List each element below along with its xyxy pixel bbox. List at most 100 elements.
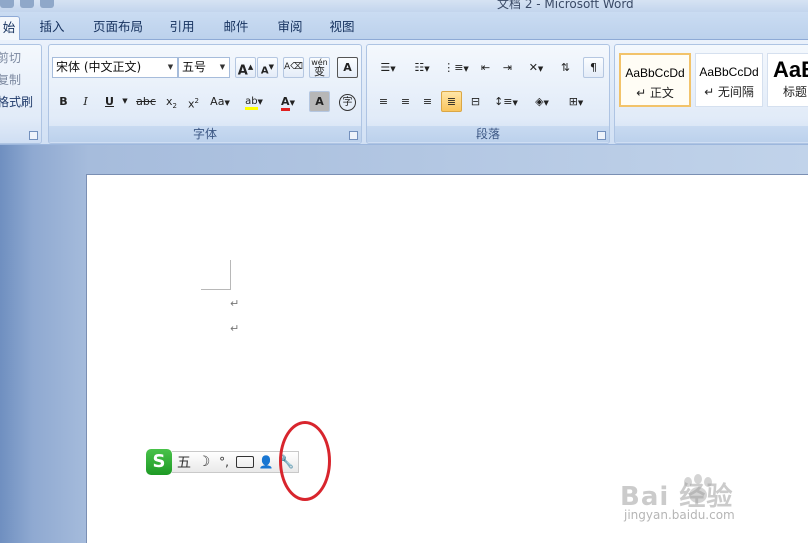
font-name-value: 宋体 (中文正文) — [56, 60, 142, 74]
show-marks-button[interactable]: ¶ — [583, 57, 604, 78]
clipboard-group: 剪切 复制 格式刷 — [0, 44, 42, 144]
align-right-icon: ≡ — [422, 95, 433, 108]
multilevel-list-icon: ⋮≡ — [443, 61, 464, 74]
chinese-layout-icon: ✕ — [528, 61, 538, 74]
redo-icon[interactable] — [20, 0, 34, 8]
paragraph-group: ☰▼ ☷▼ ⋮≡▼ ⇤ ⇥ ✕▼ ⇅ ¶ ≡ ≡ ≡ ≣ ⊟ ↕≡▼ ◈▼ ⊞▼… — [366, 44, 610, 144]
font-color-button[interactable]: A▼ — [273, 91, 303, 112]
grow-font-button[interactable]: A▲ — [235, 57, 256, 78]
chevron-down-icon: ▼ — [167, 63, 174, 71]
format-painter-button[interactable]: 格式刷 — [0, 93, 33, 110]
align-left-icon: ≡ — [378, 95, 389, 108]
ribbon-tab-row: 始 插入 页面布局 引用 邮件 审阅 视图 — [0, 12, 808, 40]
subscript-button[interactable]: x2 — [161, 91, 182, 112]
tab-view[interactable]: 视图 — [320, 16, 364, 40]
undo-icon[interactable] — [0, 0, 14, 8]
cut-button[interactable]: 剪切 — [0, 49, 21, 66]
change-case-icon: Aa — [210, 95, 225, 108]
font-color-icon: A — [281, 95, 290, 111]
paragraph-dialog-launcher-icon[interactable] — [597, 131, 606, 140]
phonetic-guide-button[interactable]: wén 变 — [309, 57, 330, 78]
margin-corner-mark — [230, 260, 231, 289]
eraser-icon: A⌫ — [284, 62, 303, 72]
style-name: ↵ 无间隔 — [704, 85, 754, 99]
new-document-icon[interactable] — [40, 0, 54, 8]
bullets-button[interactable]: ☰▼ — [373, 57, 403, 78]
halfwidth-moon-icon[interactable]: ☽ — [196, 454, 212, 470]
strikethrough-button[interactable]: abc — [133, 91, 159, 112]
justify-button[interactable]: ≣ — [441, 91, 462, 112]
clear-formatting-button[interactable]: A⌫ — [283, 57, 304, 78]
style-sample: AaBbCcDd — [699, 65, 759, 79]
enclose-char-icon: 字 — [339, 94, 356, 111]
bold-button[interactable]: B — [53, 91, 74, 112]
underline-button[interactable]: U — [99, 91, 120, 112]
change-case-button[interactable]: Aa▼ — [205, 91, 235, 112]
tab-home[interactable]: 始 — [0, 16, 20, 40]
sort-button[interactable]: ⇅ — [555, 57, 576, 78]
chinese-layout-button[interactable]: ✕▼ — [521, 57, 551, 78]
tab-references[interactable]: 引用 — [160, 16, 204, 40]
outdent-icon: ⇤ — [480, 61, 491, 74]
numbering-button[interactable]: ☷▼ — [407, 57, 437, 78]
font-size-value: 五号 — [182, 60, 207, 74]
annotation-circle — [279, 421, 331, 501]
font-dialog-launcher-icon[interactable] — [349, 131, 358, 140]
sogou-logo-icon[interactable]: S — [146, 449, 172, 475]
shrink-font-button[interactable]: A▼ — [257, 57, 278, 78]
decrease-indent-button[interactable]: ⇤ — [475, 57, 496, 78]
text-highlight-button[interactable]: ab▼ — [239, 91, 269, 112]
indent-icon: ⇥ — [502, 61, 513, 74]
increase-indent-button[interactable]: ⇥ — [497, 57, 518, 78]
tab-insert[interactable]: 插入 — [30, 16, 74, 40]
style-heading[interactable]: AaB 标题 — [767, 53, 808, 107]
underline-dropdown-icon[interactable]: ▼ — [119, 91, 131, 112]
paragraph-group-label: 段落 — [367, 126, 609, 142]
line-spacing-button[interactable]: ↕≡▼ — [491, 91, 521, 112]
clipboard-launcher-icon[interactable] — [29, 131, 38, 140]
tab-review[interactable]: 审阅 — [268, 16, 312, 40]
ime-mode-button[interactable]: 五 — [176, 452, 192, 472]
superscript-button[interactable]: x2 — [183, 91, 204, 112]
pilcrow-icon: ¶ — [590, 61, 597, 74]
sort-icon: ⇅ — [560, 61, 571, 74]
ime-toolbar[interactable]: S 五 ☽ °, 👤 🔧 — [146, 449, 300, 475]
phonetic-char: 变 — [314, 65, 325, 78]
style-normal[interactable]: AaBbCcDd ↵ 正文 — [619, 53, 691, 107]
font-group: 宋体 (中文正文) ▼ 五号 ▼ A▲ A▼ A⌫ wén 变 A B I U ▼… — [48, 44, 362, 144]
char-shading-icon: A — [315, 95, 324, 108]
char-border-icon: A — [343, 61, 352, 74]
font-group-label: 字体 — [49, 126, 361, 142]
user-icon[interactable]: 👤 — [258, 455, 274, 469]
soft-keyboard-icon[interactable] — [236, 456, 254, 468]
copy-button[interactable]: 复制 — [0, 71, 21, 88]
enclose-characters-button[interactable]: 字 — [337, 91, 358, 112]
distributed-button[interactable]: ⊟ — [465, 91, 486, 112]
font-name-combo[interactable]: 宋体 (中文正文) ▼ — [52, 57, 178, 78]
styles-group: AaBbCcDd ↵ 正文 AaBbCcDd ↵ 无间隔 AaB 标题 — [614, 44, 808, 144]
char-shading-button[interactable]: A — [309, 91, 330, 112]
border-icon: ⊞ — [568, 95, 578, 108]
borders-button[interactable]: ⊞▼ — [561, 91, 591, 112]
tab-page-layout[interactable]: 页面布局 — [86, 16, 150, 40]
italic-button[interactable]: I — [75, 91, 96, 112]
align-left-button[interactable]: ≡ — [373, 91, 394, 112]
style-name: 标题 — [782, 85, 807, 99]
align-right-button[interactable]: ≡ — [417, 91, 438, 112]
font-size-combo[interactable]: 五号 ▼ — [178, 57, 230, 78]
paragraph-mark: ↵ — [230, 297, 240, 310]
title-bar: 文档 2 - Microsoft Word — [0, 0, 808, 12]
style-sample: AaB — [772, 57, 808, 82]
distributed-icon: ⊟ — [470, 95, 481, 108]
char-border-button[interactable]: A — [337, 57, 358, 78]
grow-font-icon: A — [237, 63, 248, 79]
style-sample: AaBbCcDd — [625, 66, 685, 80]
styles-group-label — [615, 126, 808, 142]
punctuation-icon[interactable]: °, — [216, 455, 232, 469]
multilevel-list-button[interactable]: ⋮≡▼ — [441, 57, 471, 78]
align-center-button[interactable]: ≡ — [395, 91, 416, 112]
shading-button[interactable]: ◈▼ — [527, 91, 557, 112]
style-no-spacing[interactable]: AaBbCcDd ↵ 无间隔 — [695, 53, 763, 107]
tab-mailings[interactable]: 邮件 — [214, 16, 258, 40]
chevron-down-icon: ▼ — [219, 63, 226, 71]
